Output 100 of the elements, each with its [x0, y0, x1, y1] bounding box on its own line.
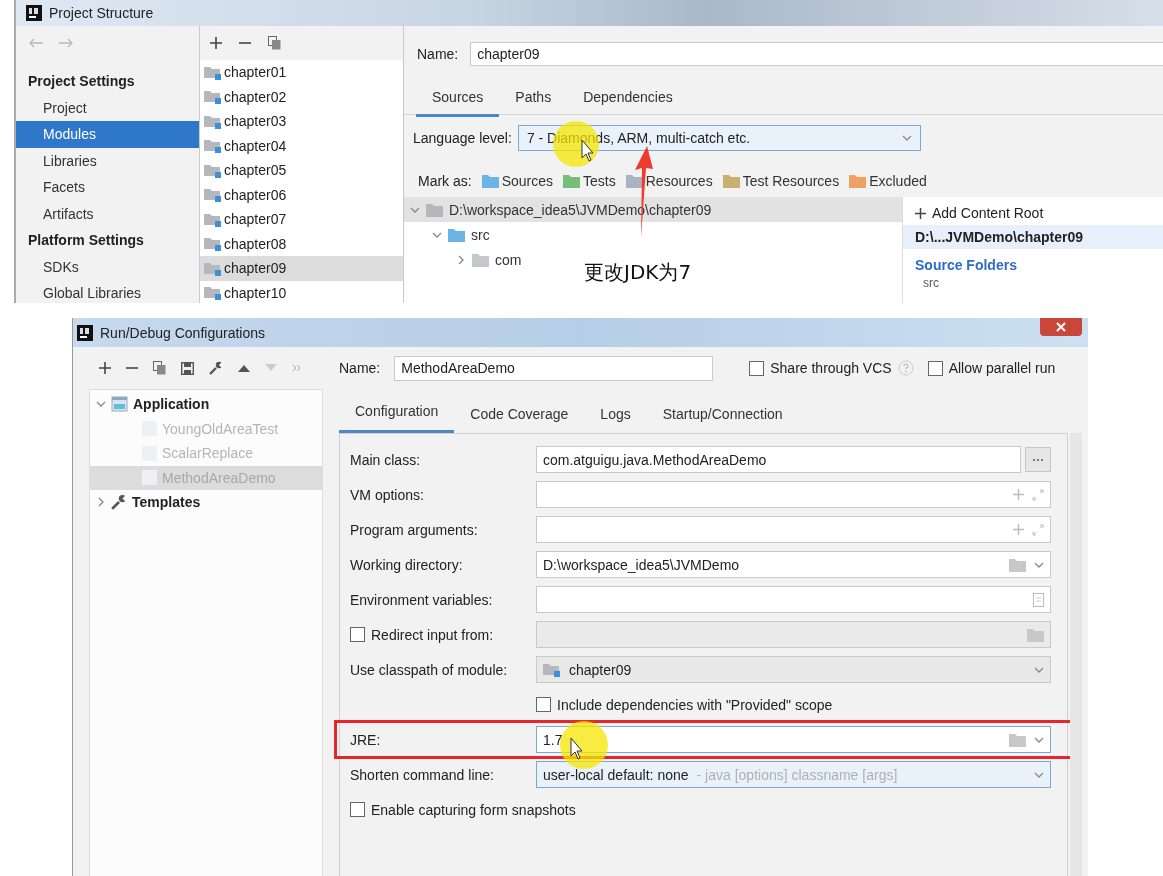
- document-icon[interactable]: [1033, 592, 1044, 607]
- section-heading: Project Settings: [27, 72, 136, 91]
- module-item[interactable]: chapter01: [200, 60, 403, 85]
- mark-as-label: Mark as:: [418, 173, 472, 189]
- checkbox[interactable]: [749, 360, 765, 376]
- nav-item[interactable]: Project: [16, 94, 199, 121]
- field-label: JRE:: [350, 731, 381, 748]
- tab[interactable]: Dependencies: [567, 83, 689, 114]
- field-label: VM options:: [350, 486, 424, 503]
- module-folder-icon: [204, 64, 222, 80]
- checkbox-label: Allow parallel run: [948, 360, 1056, 376]
- wrench-icon[interactable]: [209, 361, 223, 375]
- chevron-right-icon[interactable]: [96, 497, 106, 508]
- tab[interactable]: Sources: [416, 83, 500, 117]
- checkbox-label: Share through VCS: [770, 360, 892, 376]
- name-field[interactable]: MethodAreaDemo: [394, 355, 714, 381]
- back-arrow-icon[interactable]: [28, 38, 44, 48]
- module-item[interactable]: chapter02: [200, 84, 403, 109]
- module-folder-icon: [204, 113, 222, 129]
- module-item[interactable]: chapter08: [200, 231, 403, 256]
- tree-item[interactable]: src: [404, 222, 902, 247]
- nav-item[interactable]: Facets: [16, 174, 199, 201]
- module-folder-icon: [204, 260, 222, 276]
- more-icon[interactable]: [292, 364, 301, 372]
- module-item[interactable]: chapter03: [200, 109, 403, 134]
- module-folder-icon: [204, 138, 222, 154]
- tab[interactable]: Code Coverage: [454, 406, 585, 433]
- folder-icon: [1009, 557, 1026, 572]
- module-dropdown[interactable]: chapter09: [536, 656, 1051, 683]
- module-item[interactable]: chapter07: [200, 207, 403, 232]
- add-icon[interactable]: [210, 37, 222, 49]
- app-icon: [77, 324, 93, 341]
- input-field[interactable]: com.atguigu.java.MethodAreaDemo: [536, 446, 1021, 473]
- tab[interactable]: Paths: [499, 83, 568, 114]
- save-icon[interactable]: [181, 361, 194, 375]
- section-heading: Platform Settings: [27, 231, 145, 250]
- field-label: Shorten command line:: [350, 766, 494, 783]
- nav-item[interactable]: Artifacts: [16, 200, 199, 227]
- input-field[interactable]: 1.7: [536, 726, 1051, 753]
- module-folder-icon: [204, 285, 222, 301]
- chevron-down-icon[interactable]: [901, 133, 912, 143]
- field-label: Program arguments:: [350, 521, 478, 538]
- config-icon: [142, 470, 157, 486]
- mark-as-button[interactable]: Excluded: [849, 173, 927, 189]
- field-label: Main class:: [350, 451, 421, 468]
- mark-as-button[interactable]: Sources: [481, 173, 554, 189]
- nav-item[interactable]: Libraries: [16, 147, 199, 174]
- checkbox-label: Include dependencies with "Provided" scope: [557, 696, 833, 713]
- folder-icon: [1009, 732, 1026, 747]
- module-item[interactable]: chapter10: [200, 280, 403, 303]
- expand-icon[interactable]: [1032, 488, 1044, 501]
- checkbox[interactable]: [350, 802, 365, 817]
- folder-icon: [1027, 627, 1044, 642]
- copy-icon[interactable]: [153, 361, 166, 375]
- module-folder-icon: [204, 187, 222, 203]
- tab[interactable]: Startup/Connection: [646, 406, 799, 433]
- wrench-icon: [111, 494, 127, 511]
- scrollbar[interactable]: [1070, 433, 1082, 876]
- input-field[interactable]: [536, 481, 1051, 508]
- module-folder-icon: [543, 662, 561, 677]
- name-field[interactable]: chapter09: [470, 42, 1163, 66]
- module-item[interactable]: chapter05: [200, 158, 403, 183]
- app-icon: [26, 5, 42, 21]
- field-label: Redirect input from:: [371, 626, 494, 643]
- window-title: Project Structure: [49, 5, 154, 21]
- module-folder-icon: [204, 211, 222, 227]
- input-field[interactable]: [536, 586, 1051, 613]
- module-item[interactable]: chapter04: [200, 133, 403, 158]
- field-label: Working directory:: [350, 556, 463, 573]
- tree-item[interactable]: Templates: [90, 490, 322, 515]
- forward-arrow-icon[interactable]: [58, 38, 74, 48]
- folder-icon: [472, 252, 489, 267]
- input-field[interactable]: [536, 516, 1051, 543]
- name-label: Name:: [417, 46, 459, 62]
- expand-icon[interactable]: [1032, 523, 1044, 536]
- tab[interactable]: Configuration: [339, 403, 455, 433]
- tree-item[interactable]: Application: [90, 392, 322, 417]
- module-folder-icon: [204, 162, 222, 178]
- chevron-right-icon[interactable]: [456, 254, 466, 265]
- input-field[interactable]: D:\workspace_idea5\JVMDemo: [536, 551, 1051, 578]
- close-icon: [1055, 322, 1067, 332]
- source-folders-heading: Source Folders: [914, 256, 1018, 273]
- module-item[interactable]: chapter09: [200, 256, 403, 281]
- module-folder-icon: [204, 89, 222, 105]
- nav-item[interactable]: Modules: [16, 121, 199, 148]
- copy-icon[interactable]: [268, 36, 281, 50]
- mark-as-button[interactable]: Resources: [625, 173, 713, 189]
- checkbox[interactable]: [536, 697, 551, 712]
- checkbox[interactable]: [927, 360, 943, 376]
- add-icon[interactable]: [99, 362, 111, 374]
- nav-item[interactable]: Global Libraries: [16, 280, 199, 303]
- module-item[interactable]: chapter06: [200, 182, 403, 207]
- tab[interactable]: Logs: [584, 406, 647, 433]
- mark-as-button[interactable]: Test Resources: [722, 173, 840, 189]
- add-content-root-link[interactable]: Add Content Root: [903, 197, 1044, 223]
- move-up-icon[interactable]: [238, 364, 250, 372]
- close-button[interactable]: [1040, 318, 1082, 336]
- dropdown[interactable]: user-local default: none - java [options] classname [args]: [536, 761, 1051, 788]
- mark-as-button[interactable]: Tests: [563, 173, 616, 189]
- nav-item[interactable]: SDKs: [16, 253, 199, 280]
